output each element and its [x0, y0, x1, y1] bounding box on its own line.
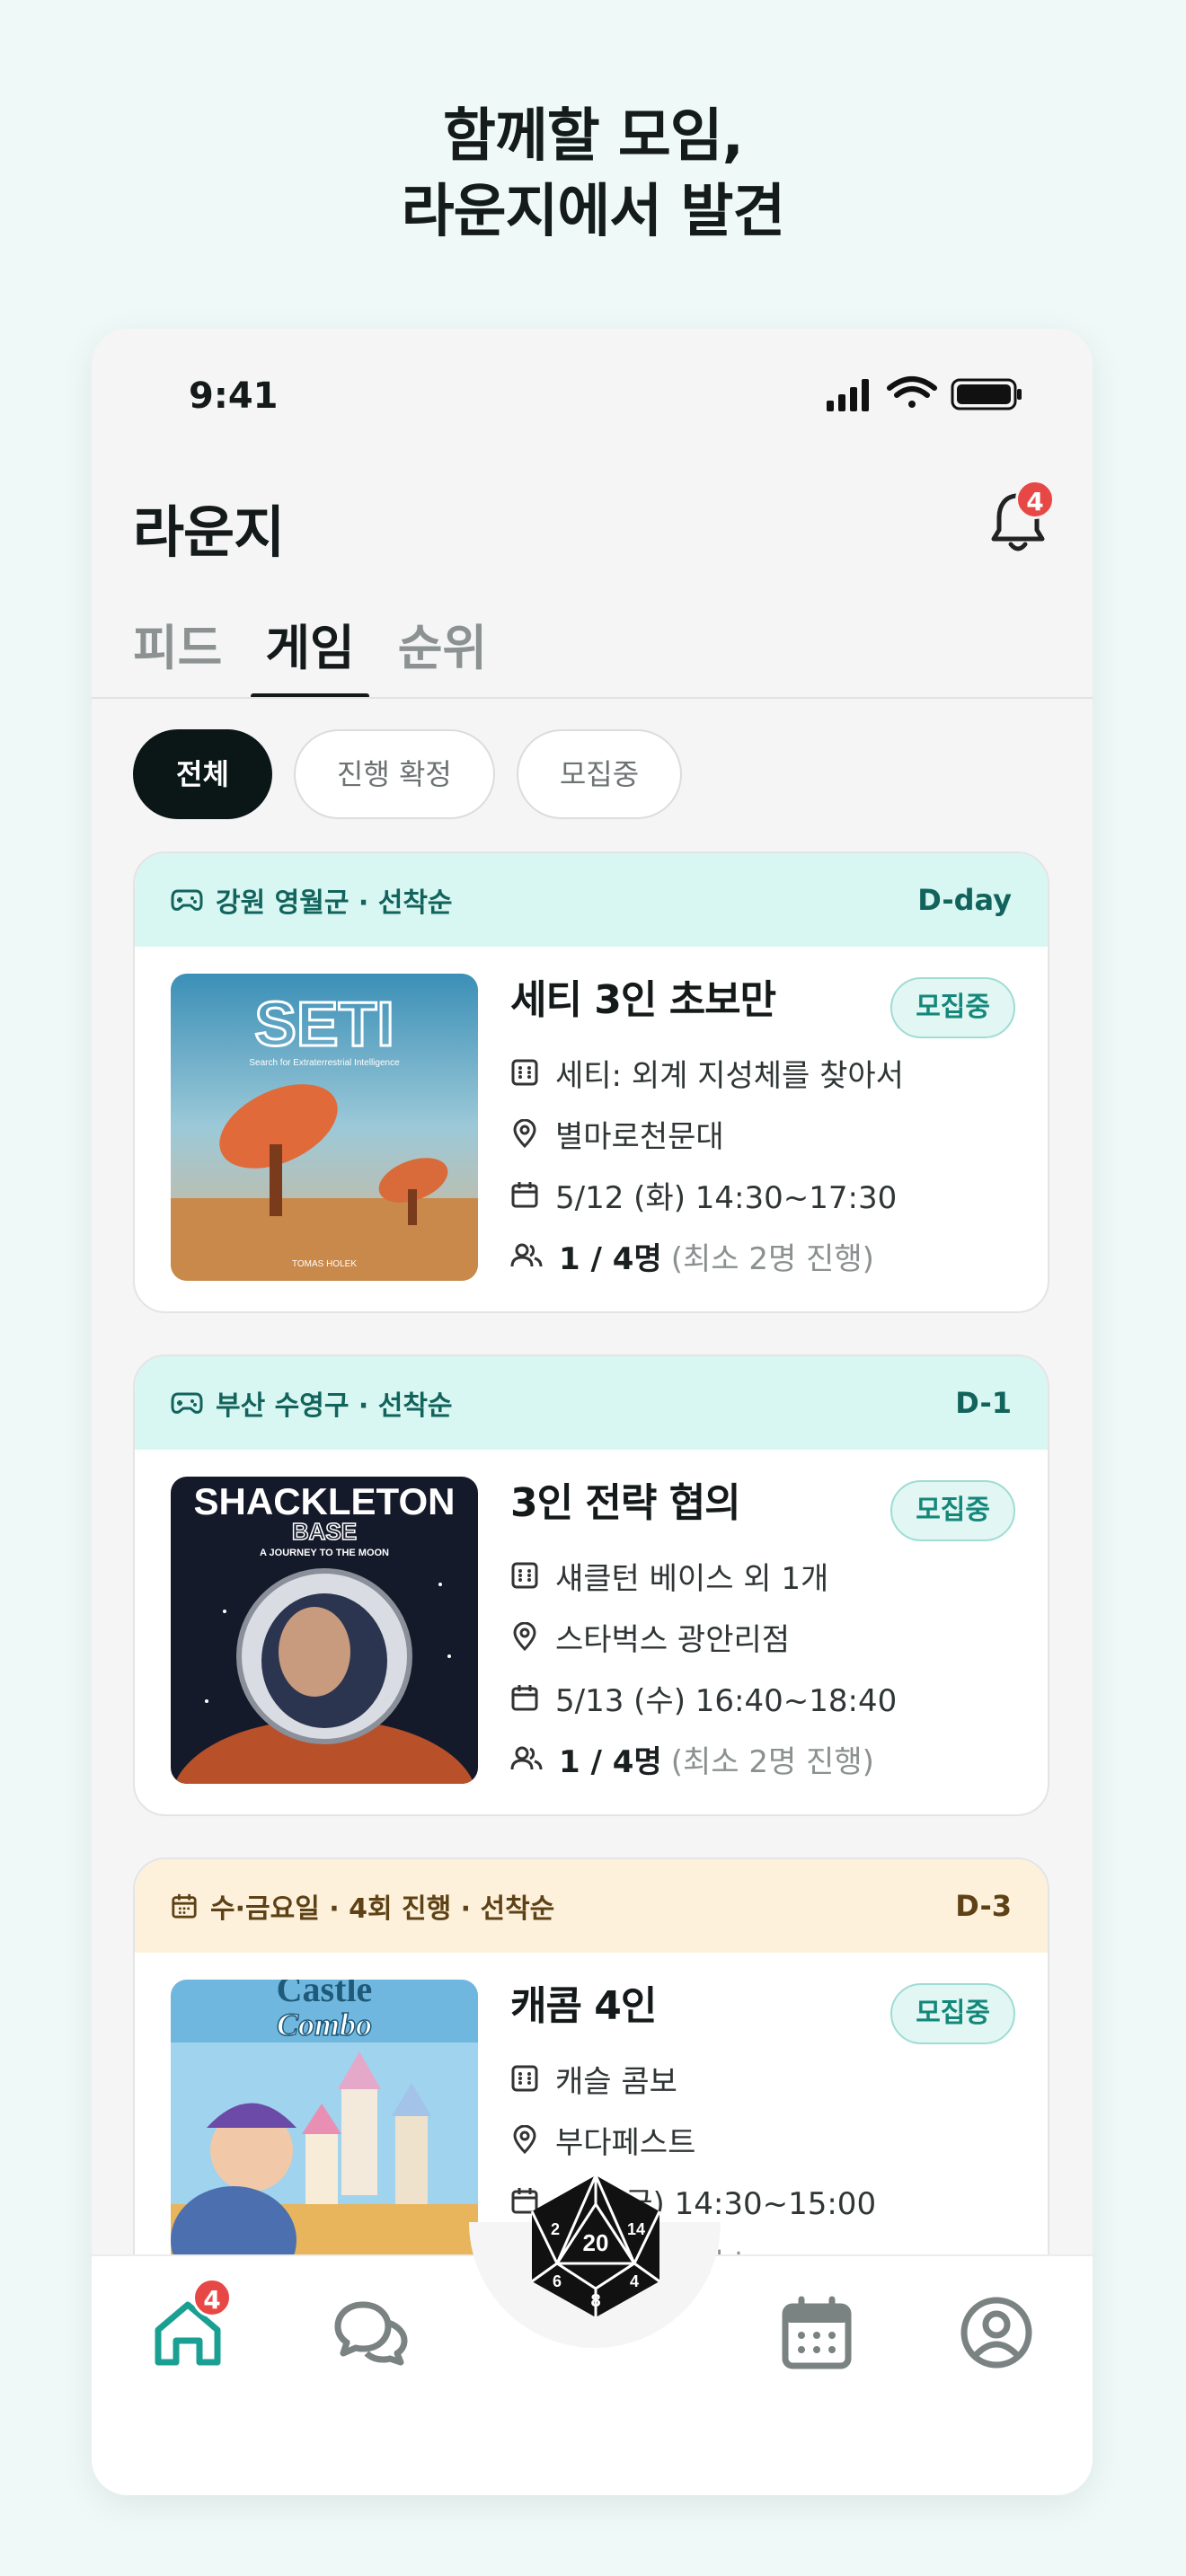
game-box-icon	[511, 1562, 538, 1589]
card-location-text: 부산 수영구 · 선착순	[216, 1390, 453, 1422]
svg-text:SETI: SETI	[254, 989, 394, 1059]
tab-ranking[interactable]: 순위	[398, 604, 509, 693]
svg-text:14: 14	[627, 2220, 645, 2238]
gamepad-icon	[171, 889, 203, 911]
player-minimum-note: (최소 2명 진행)	[670, 1743, 874, 1780]
calendar-icon	[511, 1182, 538, 1208]
game-name: 세티: 외계 지성체를 찾아서	[555, 1057, 904, 1094]
status-badge: 모집중	[890, 1480, 1015, 1541]
player-minimum-note: (최소 2명 진행)	[670, 1240, 874, 1277]
svg-text:Castle: Castle	[277, 1980, 373, 2009]
status-time: 9:41	[189, 375, 279, 417]
location-pin-icon	[513, 1622, 536, 1651]
gamepad-icon	[171, 1392, 203, 1414]
dday-label: D-1	[955, 1386, 1012, 1420]
people-icon	[510, 1243, 543, 1267]
headline-line-1: 함께할 모임,	[443, 103, 744, 170]
filter-chip-recruiting[interactable]: 모집중	[516, 729, 683, 819]
status-badge: 모집중	[890, 1983, 1015, 2044]
game-name: 섀클턴 베이스 외 1개	[555, 1560, 829, 1597]
calendar-icon	[172, 1893, 197, 1919]
datetime-row: 5/12 (화) 14:30~17:30	[510, 1164, 1015, 1225]
players-row: 1 / 4명 (최소 2명 진행)	[510, 1225, 1015, 1286]
card-header: 강원 영월군 · 선착순 D-day	[135, 853, 1048, 947]
players-row: 1 / 4명 (최소 2명 진행)	[510, 1728, 1015, 1789]
svg-text:SHACKLETON: SHACKLETON	[194, 1480, 456, 1522]
status-icons	[827, 376, 1022, 411]
card-schedule-text: 수·금요일 · 4회 진행 · 선착순	[210, 1893, 555, 1925]
tab-feed[interactable]: 피드	[133, 604, 243, 693]
status-bar: 9:41	[92, 329, 1093, 437]
svg-text:BASE: BASE	[292, 1518, 357, 1545]
datetime-text: 5/12 (화) 14:30~17:30	[555, 1179, 898, 1216]
card-header: 부산 수영구 · 선착순 D-1	[135, 1356, 1048, 1450]
chat-icon[interactable]	[331, 2292, 412, 2373]
tab-divider	[92, 697, 1093, 699]
location-row: 별마로천문대	[510, 1103, 1015, 1164]
people-icon	[510, 1746, 543, 1770]
profile-icon[interactable]	[956, 2292, 1037, 2373]
svg-text:2: 2	[551, 2220, 560, 2238]
dday-label: D-day	[917, 883, 1012, 917]
shackleton-base-cover: SHACKLETON BASE A JOURNEY TO THE MOON	[171, 1477, 478, 1784]
svg-text:8: 8	[590, 2291, 600, 2311]
calendar-nav-icon[interactable]	[776, 2292, 857, 2373]
game-box-icon	[511, 1059, 538, 1086]
svg-text:20: 20	[583, 2229, 609, 2256]
datetime-text: 5/13 (수) 16:40~18:40	[555, 1682, 898, 1719]
calendar-icon	[511, 1685, 538, 1711]
location-name: 별마로천문대	[555, 1118, 724, 1155]
tab-games[interactable]: 게임	[251, 604, 376, 699]
svg-text:TOMAS HOLEK: TOMAS HOLEK	[292, 1259, 357, 1269]
wifi-icon	[887, 376, 937, 408]
filter-chip-all[interactable]: 전체	[133, 729, 272, 819]
location-name: 스타벅스 광안리점	[555, 1621, 791, 1658]
card-header: 수·금요일 · 4회 진행 · 선착순 D-3	[135, 1859, 1048, 1953]
status-badge: 모집중	[890, 977, 1015, 1038]
card-location-text: 강원 영월군 · 선착순	[216, 887, 453, 919]
meetup-card[interactable]: 부산 수영구 · 선착순 D-1 SHACKLETON BASE A JOURN…	[133, 1354, 1049, 1816]
seti-cover: SETI Search for Extraterrestrial Intelli…	[171, 974, 478, 1281]
tab-bar: 피드 게임 순위	[133, 604, 530, 699]
location-row: 부다페스트	[510, 2109, 1015, 2170]
notification-badge: 4	[1015, 480, 1055, 519]
game-row: 세티: 외계 지성체를 찾아서	[510, 1042, 1015, 1103]
svg-text:6: 6	[553, 2272, 562, 2290]
dday-label: D-3	[955, 1889, 1012, 1923]
meetup-card[interactable]: 강원 영월군 · 선착순 D-day SETI Search for Extra…	[133, 851, 1049, 1313]
page-title: 라운지	[133, 499, 285, 565]
phone-frame: 9:41 라운지 4 피드 게임 순위 전체 진행 확정 모집중 강원 영월군 …	[92, 329, 1093, 2495]
castle-combo-cover: Castle Combo	[171, 1980, 478, 2287]
game-box-icon	[511, 2065, 538, 2092]
location-name: 부다페스트	[555, 2124, 696, 2161]
headline-line-2: 라운지에서 발견	[401, 179, 785, 245]
filter-chip-confirmed[interactable]: 진행 확정	[293, 729, 495, 819]
datetime-row: 5/13 (수) 16:40~18:40	[510, 1667, 1015, 1728]
dice-icon[interactable]: 20 8 2 14 6 4	[519, 2170, 672, 2323]
svg-text:Combo: Combo	[277, 2007, 372, 2042]
cellular-signal-icon	[827, 379, 869, 411]
promo-headline: 함께할 모임, 라운지에서 발견	[0, 99, 1186, 250]
battery-icon	[951, 378, 1022, 410]
player-count: 1 / 4명	[559, 1240, 662, 1277]
game-name: 캐슬 콤보	[555, 2063, 677, 2100]
svg-text:A JOURNEY TO THE MOON: A JOURNEY TO THE MOON	[260, 1548, 389, 1558]
svg-text:Search for Extraterrestrial In: Search for Extraterrestrial Intelligence	[249, 1058, 400, 1068]
game-row: 캐슬 콤보	[510, 2048, 1015, 2109]
home-badge: 4	[192, 2278, 232, 2317]
player-count: 1 / 4명	[559, 1743, 662, 1780]
location-pin-icon	[513, 2125, 536, 2154]
game-row: 섀클턴 베이스 외 1개	[510, 1545, 1015, 1606]
location-row: 스타벅스 광안리점	[510, 1606, 1015, 1667]
svg-text:4: 4	[630, 2272, 639, 2290]
location-pin-icon	[513, 1119, 536, 1148]
filter-chips: 전체 진행 확정 모집중	[133, 729, 683, 819]
